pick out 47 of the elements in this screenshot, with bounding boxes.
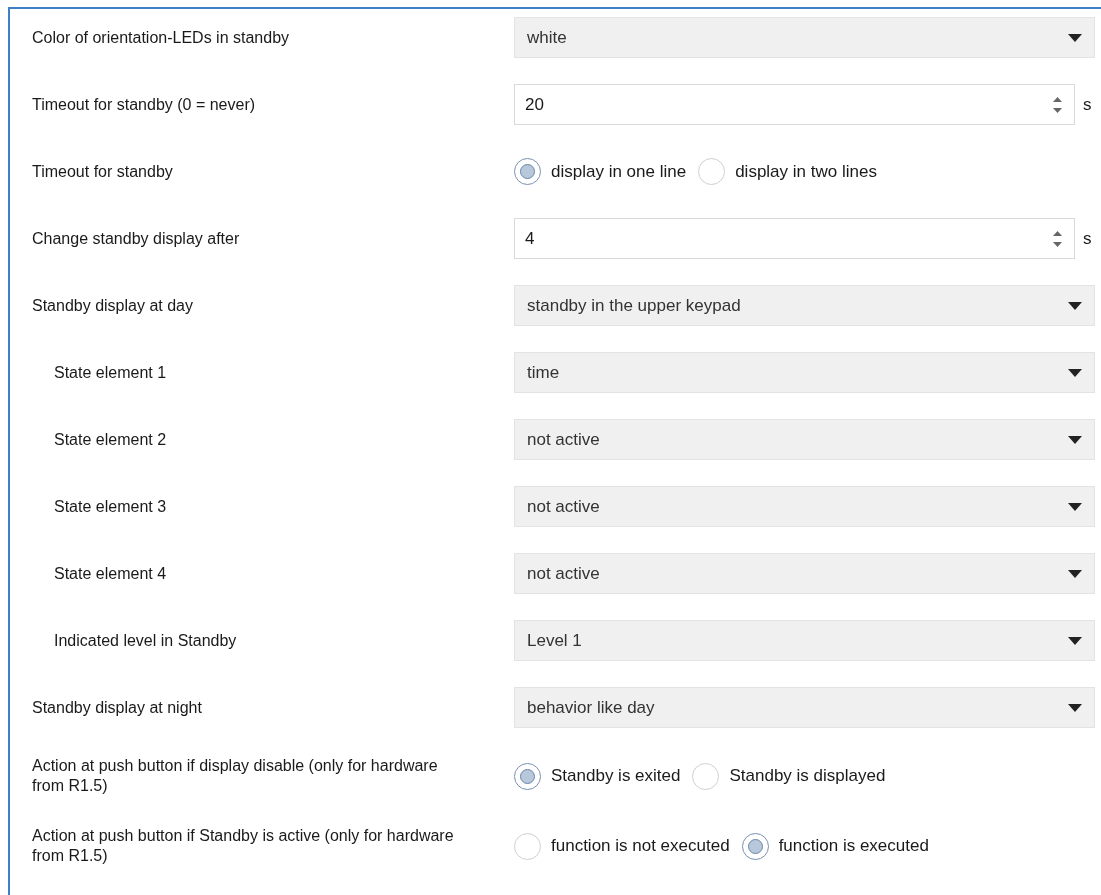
radio-button[interactable] (514, 158, 541, 185)
setting-label: Change standby display after (32, 228, 240, 249)
dropdown-caret-icon (1068, 33, 1082, 42)
unit-label: s (1083, 93, 1093, 116)
dropdown-caret-icon (1068, 636, 1082, 645)
radio-button[interactable] (514, 762, 541, 790)
radio-label[interactable]: Standby is displayed (729, 763, 886, 789)
setting-label: State element 4 (54, 563, 167, 584)
setting-label: Timeout for standby (0 = never) (32, 94, 256, 115)
radio-button[interactable] (698, 158, 726, 185)
dropdown[interactable]: Level 1 (514, 620, 1095, 661)
radio-label[interactable]: display in two lines (735, 158, 877, 185)
setting-label: State element 3 (54, 496, 167, 517)
dropdown[interactable]: behavior like day (514, 687, 1095, 728)
dropdown[interactable]: not active (514, 419, 1095, 460)
setting-label: Standby display at day (32, 295, 193, 316)
radio-label[interactable]: Standby is exited (551, 763, 681, 789)
radio-button[interactable] (741, 832, 769, 860)
dropdown-caret-icon (1068, 502, 1082, 511)
number-field[interactable]: 20 (514, 84, 1075, 125)
dropdown[interactable]: standby in the upper keypad (514, 285, 1095, 326)
setting-label: State element 2 (54, 429, 167, 450)
radio-label[interactable]: function is not executed (551, 833, 730, 859)
dropdown[interactable]: not active (514, 486, 1095, 527)
radio-button[interactable] (514, 832, 541, 860)
dropdown-caret-icon (1068, 703, 1082, 712)
dropdown[interactable]: time (514, 352, 1095, 393)
number-field[interactable]: 4 (514, 218, 1075, 259)
setting-label: Indicated level in Standby (54, 630, 237, 651)
setting-label: Standby display at night (32, 697, 202, 718)
dropdown-caret-icon (1068, 301, 1082, 310)
setting-label: Action at push button if display disable (only for hardware from R1.5) (32, 756, 439, 796)
radio-label[interactable]: display in one line (551, 158, 687, 185)
unit-label: s (1083, 227, 1093, 250)
spinner-arrows-icon[interactable] (1053, 229, 1062, 248)
setting-label: Action at push button if Standby is active (only for hardware from R1.5) (32, 826, 455, 866)
dropdown[interactable]: white (514, 17, 1095, 58)
setting-label: Color of orientation-LEDs in standby (32, 27, 290, 48)
radio-button[interactable] (692, 762, 720, 790)
dropdown-caret-icon (1068, 569, 1082, 578)
dropdown[interactable]: not active (514, 553, 1095, 594)
spinner-arrows-icon[interactable] (1053, 95, 1062, 114)
setting-label: State element 1 (54, 362, 167, 383)
setting-label: Timeout for standby (32, 161, 173, 182)
radio-label[interactable]: function is executed (778, 833, 929, 859)
dropdown-caret-icon (1068, 368, 1082, 377)
dropdown-caret-icon (1068, 435, 1082, 444)
